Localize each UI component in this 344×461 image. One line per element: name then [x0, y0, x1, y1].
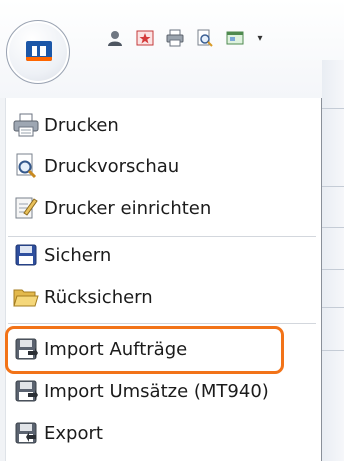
import-disk-icon [12, 377, 40, 405]
menu-item-druckvorschau[interactable]: Druckvorschau [12, 149, 312, 183]
highlight-frame [5, 326, 284, 374]
user-icon[interactable] [105, 28, 125, 48]
menu-item-ruecksichern[interactable]: Rücksichern [12, 280, 312, 314]
print-preview-icon [12, 152, 40, 180]
window-icon[interactable] [225, 28, 245, 48]
star-icon[interactable] [135, 28, 155, 48]
printer-icon[interactable] [165, 28, 185, 48]
menu-item-export[interactable]: Export [12, 416, 312, 450]
export-disk-icon [12, 419, 40, 447]
printer-icon [12, 111, 40, 139]
menu-item-label: Drucken [44, 114, 119, 136]
menu-separator [8, 236, 316, 237]
printer-setup-icon [12, 194, 40, 222]
menu-item-drucken[interactable]: Drucken [12, 108, 312, 142]
print-preview-icon[interactable] [195, 28, 215, 48]
save-disk-icon [12, 241, 40, 269]
menu-item-drucker-einrichten[interactable]: Drucker einrichten [12, 191, 312, 225]
quick-access-toolbar: ▾ [105, 28, 265, 48]
menu-item-label: Sichern [44, 244, 112, 266]
menu-item-label: Export [44, 422, 103, 444]
application-menu: Drucken Druckvorschau Drucker einrichten [0, 98, 322, 461]
menu-item-label: Import Umsätze (MT940) [44, 380, 269, 402]
open-folder-icon [12, 283, 40, 311]
title-toolbar: ▾ [0, 0, 344, 98]
menu-item-label: Drucker einrichten [44, 197, 212, 219]
menu-item-sichern[interactable]: Sichern [12, 238, 312, 272]
menu-separator [8, 323, 316, 324]
dropdown-arrow-icon[interactable]: ▾ [255, 33, 265, 44]
menu-item-label: Druckvorschau [44, 155, 180, 177]
bank-logo-icon [26, 41, 52, 61]
application-menu-button[interactable] [6, 20, 70, 84]
menu-item-label: Rücksichern [44, 286, 153, 308]
menu-item-import-umsaetze[interactable]: Import Umsätze (MT940) [12, 374, 312, 408]
background-window-edge [322, 60, 344, 461]
menu-left-strip [0, 98, 6, 461]
